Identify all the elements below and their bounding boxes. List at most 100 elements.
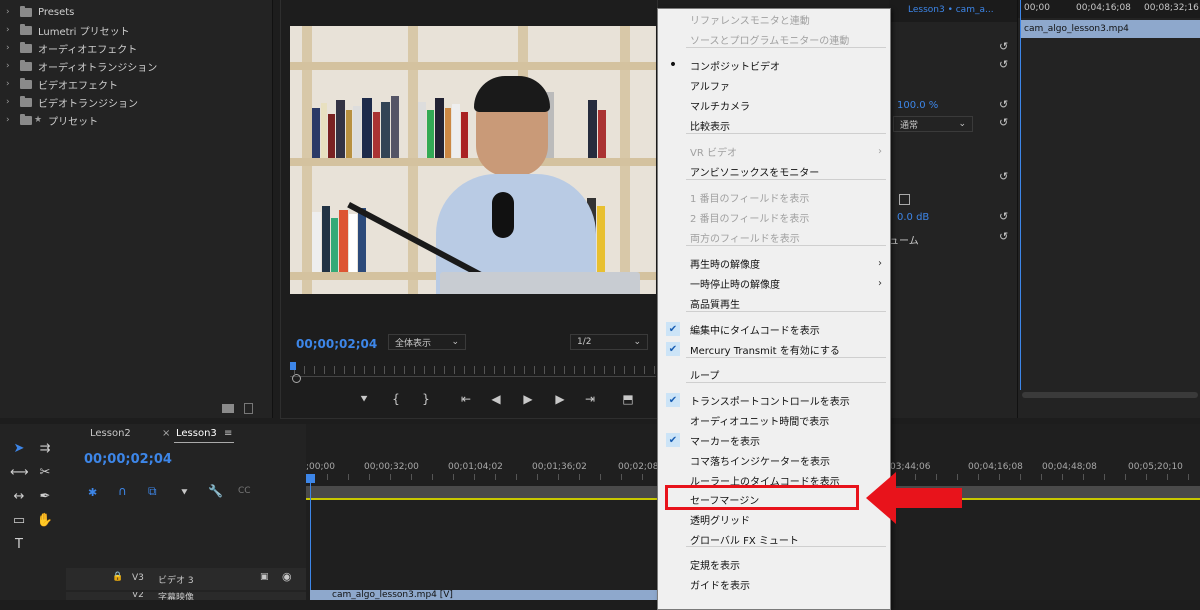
menu-item[interactable]: ループ — [658, 364, 890, 384]
menu-item-label: ソースとプログラムモニターの連動 — [690, 35, 850, 47]
go-to-out-icon[interactable]: ⇥ — [582, 392, 598, 406]
mark-in-icon[interactable]: { — [388, 392, 404, 406]
go-to-in-icon[interactable]: ⇤ — [458, 392, 474, 406]
type-tool-icon[interactable]: T — [10, 536, 28, 554]
monitor-scrub-bar[interactable] — [290, 362, 656, 384]
menu-item[interactable]: アルファ — [658, 75, 890, 95]
timeline-timecode[interactable]: 00;00;02;04 — [84, 452, 172, 467]
menu-item[interactable]: ✔ 編集中にタイムコードを表示 — [658, 319, 890, 339]
menu-item[interactable]: マルチカメラ — [658, 95, 890, 115]
razor-tool-icon[interactable]: ✂ — [36, 464, 54, 482]
menu-item[interactable]: 一時停止時の解像度 › — [658, 273, 890, 293]
resolution-select[interactable]: 1/2 ⌄ — [570, 334, 648, 350]
new-bin-icon[interactable] — [222, 404, 234, 413]
lift-icon[interactable]: ⬒ — [620, 392, 636, 406]
effects-folder-label: ビデオトランジション — [38, 98, 138, 110]
chevron-right-icon[interactable]: › — [6, 7, 14, 17]
rectangle-tool-icon[interactable]: ▭ — [10, 512, 28, 530]
menu-item[interactable]: 定規を表示 — [658, 554, 890, 574]
eye-icon[interactable]: ◉ — [282, 570, 292, 583]
close-icon[interactable]: × — [162, 428, 170, 439]
bypass-checkbox[interactable] — [899, 194, 910, 205]
reset-icon[interactable]: ↺ — [999, 170, 1008, 183]
playhead-icon[interactable] — [306, 474, 315, 483]
step-back-icon[interactable]: ◀ — [488, 392, 504, 406]
wrench-icon[interactable]: 🔧 — [208, 484, 223, 498]
effects-folder-item[interactable]: › ビデオエフェクト — [6, 75, 118, 93]
timeline-ruler-label: 00;04;16;08 — [968, 462, 1023, 472]
menu-item[interactable]: 比較表示 — [658, 115, 890, 135]
menu-item[interactable]: 再生時の解像度 › — [658, 253, 890, 273]
magnet-icon[interactable]: ∩ — [118, 484, 127, 498]
fit-select[interactable]: 全体表示 ⌄ — [388, 334, 466, 350]
effects-folder-item[interactable]: › オーディオトランジション — [6, 57, 157, 75]
menu-item[interactable]: • コンポジットビデオ — [658, 55, 890, 75]
ripple-edit-tool-icon[interactable]: ⟷ — [10, 464, 29, 482]
add-marker-icon[interactable]: ⯆ — [180, 486, 189, 500]
snap-icon[interactable]: ✱ — [88, 486, 97, 499]
play-icon[interactable]: ▶ — [520, 392, 536, 406]
pen-tool-icon[interactable]: ✒ — [36, 488, 54, 506]
ruler-label: 00;04;16;08 — [1076, 3, 1131, 13]
reset-icon[interactable]: ↺ — [999, 40, 1008, 53]
hand-tool-icon[interactable]: ✋ — [36, 512, 54, 530]
effects-folder-item[interactable]: › ビデオトランジション — [6, 93, 138, 111]
menu-item[interactable]: ✔ Mercury Transmit を有効にする — [658, 339, 890, 359]
add-marker-icon[interactable]: ⯆ — [356, 392, 372, 407]
captions-icon[interactable]: CC — [238, 486, 251, 496]
menu-item: 2 番目のフィールドを表示 — [658, 207, 890, 227]
mark-out-icon[interactable]: } — [418, 392, 434, 406]
panel-menu-icon[interactable]: ≡ — [224, 428, 232, 439]
chevron-right-icon[interactable]: › — [6, 115, 14, 125]
blend-mode-select[interactable]: 通常 ⌄ — [893, 116, 973, 132]
sequence-tab[interactable]: Lesson3 • cam_a... — [908, 5, 994, 15]
lock-icon[interactable]: 🔒 — [112, 572, 123, 582]
menu-item[interactable]: ✔ マーカーを表示 — [658, 430, 890, 450]
blend-mode-value: 通常 — [900, 120, 919, 131]
reset-icon[interactable]: ↺ — [999, 98, 1008, 111]
tab-lesson3[interactable]: Lesson3 — [176, 428, 217, 439]
menu-item[interactable]: 透明グリッド — [658, 509, 890, 529]
menu-item[interactable]: オーディオユニット時間で表示 — [658, 410, 890, 430]
chevron-right-icon[interactable]: › — [6, 79, 14, 89]
menu-item[interactable]: ガイドを表示 — [658, 574, 890, 594]
effects-folder-item[interactable]: › オーディオエフェクト — [6, 39, 137, 57]
monitor-timecode[interactable]: 00;00;02;04 — [296, 337, 377, 351]
menu-item[interactable]: アンビソニックスをモニター — [658, 161, 890, 181]
reset-icon[interactable]: ↺ — [999, 210, 1008, 223]
zoom-handle-icon[interactable] — [292, 374, 301, 383]
linked-selection-icon[interactable]: ⧉ — [148, 484, 157, 499]
film-icon[interactable]: ▣ — [260, 572, 269, 582]
reset-icon[interactable]: ↺ — [999, 116, 1008, 129]
selection-tool-icon[interactable]: ➤ — [10, 440, 28, 458]
video-clip[interactable]: cam_algo_lesson3.mp4 [V] — [310, 590, 670, 600]
step-forward-icon[interactable]: ▶ — [552, 392, 568, 406]
volume-value[interactable]: 0.0 dB — [897, 212, 929, 223]
tab-lesson2[interactable]: Lesson2 — [90, 428, 131, 439]
timeline-playhead[interactable] — [310, 474, 311, 600]
chevron-right-icon[interactable]: › — [6, 25, 14, 35]
menu-item[interactable]: コマ落ちインジケーターを表示 — [658, 450, 890, 470]
clip-bar[interactable]: cam_algo_lesson3.mp4 — [1020, 20, 1200, 38]
chevron-right-icon[interactable]: › — [6, 43, 14, 53]
reset-icon[interactable]: ↺ — [999, 230, 1008, 243]
menu-item-label: 2 番目のフィールドを表示 — [690, 213, 810, 225]
slip-tool-icon[interactable]: ↔ — [10, 488, 28, 506]
effects-folder-item[interactable]: › Presets — [6, 3, 74, 21]
menu-item-label: ガイドを表示 — [690, 580, 750, 592]
folder-icon — [20, 41, 32, 53]
clip-scrollbar[interactable] — [1022, 392, 1198, 398]
chevron-right-icon[interactable]: › — [6, 61, 14, 71]
reset-icon[interactable]: ↺ — [999, 58, 1008, 71]
checkmark-icon: ✔ — [666, 393, 680, 407]
opacity-value[interactable]: 100.0 % — [897, 100, 938, 111]
clip-playhead[interactable] — [1020, 0, 1021, 390]
effects-folder-item[interactable]: › ★ プリセット — [6, 111, 98, 129]
track-select-tool-icon[interactable]: ⇉ — [36, 440, 54, 458]
trash-icon[interactable] — [244, 403, 253, 414]
menu-item[interactable]: ✔ トランスポートコントロールを表示 — [658, 390, 890, 410]
menu-item[interactable]: 高品質再生 — [658, 293, 890, 313]
chevron-right-icon[interactable]: › — [6, 97, 14, 107]
playhead-icon[interactable] — [290, 362, 296, 370]
effects-folder-item[interactable]: › Lumetri プリセット — [6, 21, 130, 39]
